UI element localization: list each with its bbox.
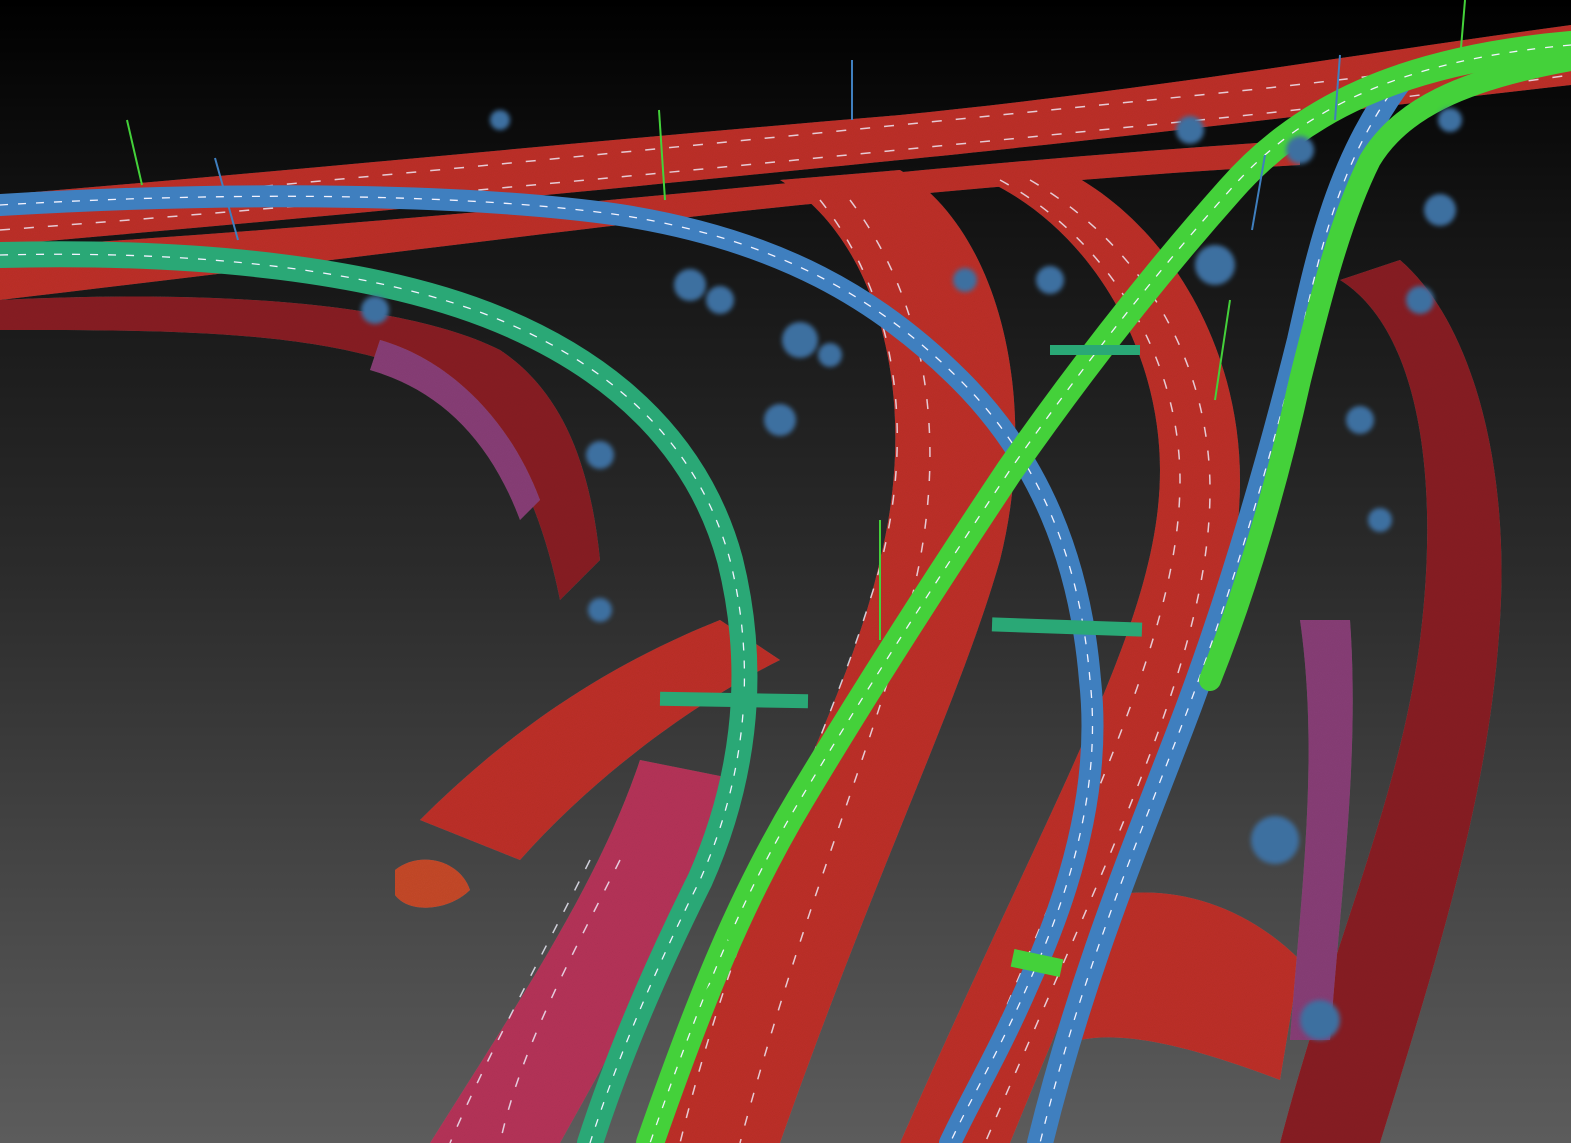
ground-orange-patch	[395, 859, 470, 908]
gantry-center	[991, 617, 1143, 637]
gantry-upper	[1050, 345, 1140, 355]
gantry-left	[659, 691, 809, 709]
point-cloud-scene	[0, 0, 1571, 1143]
point-cloud-viewport[interactable]	[0, 0, 1571, 1143]
